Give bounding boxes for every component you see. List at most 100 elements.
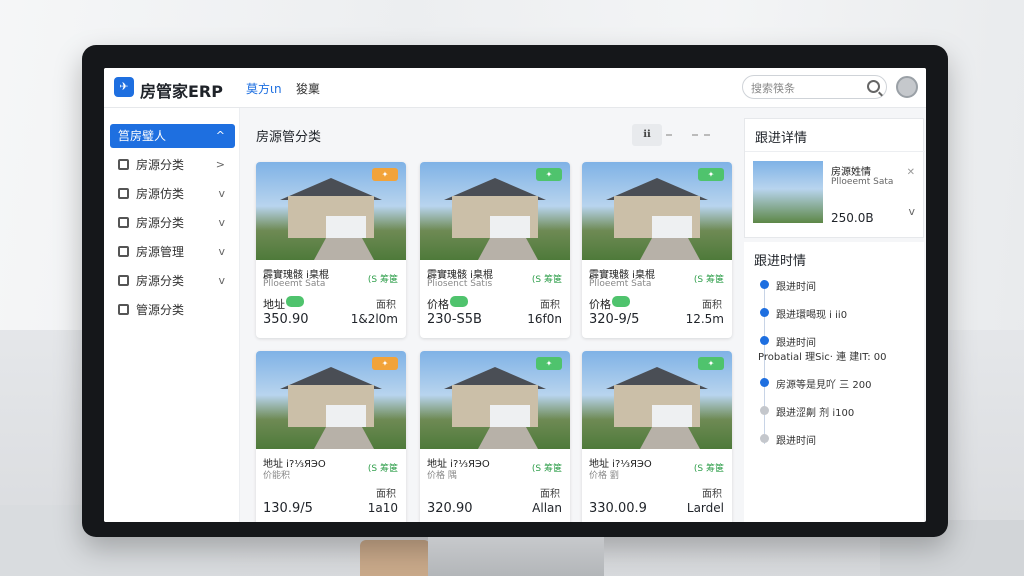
status-badge: (S 筹箧 — [367, 275, 398, 285]
sidebar-item-3[interactable]: 房源分类 v — [110, 211, 235, 235]
sidebar-item-0[interactable]: 筥房璧人 ^ — [110, 124, 235, 148]
house-garage — [652, 405, 692, 427]
card-label-right: 面积 — [702, 489, 722, 500]
property-card[interactable]: ✦ 霹實瑰骸 ⅰ臬棍 Pliosenct Satis (S 筹箧 价格 面积 230-S5B… — [420, 162, 570, 338]
status-tag: ✦ — [536, 168, 562, 181]
property-card[interactable]: ✦ 地址 ⅰ?⅓ЯЭO 价能积 (S 筹箧 面积 130.9/5 1a10 — [256, 351, 406, 522]
chevron-down-icon: v — [218, 245, 225, 258]
search-icon[interactable] — [867, 80, 880, 93]
status-badge: (S 筹箧 — [367, 464, 398, 474]
driveway — [640, 238, 700, 260]
sidebar-item-6[interactable]: 管源分类 — [110, 298, 235, 322]
search-input[interactable]: 搜索筷条 — [742, 75, 887, 99]
status-tag: ✦ — [372, 357, 398, 370]
gear-icon — [118, 304, 129, 315]
card-label-left: 价格 — [427, 298, 449, 311]
background-chair — [360, 540, 430, 576]
status-badge: (S 筹箧 — [531, 275, 562, 285]
sidebar-item-5[interactable]: 房源分类 v — [110, 269, 235, 293]
nav-tab-2[interactable]: 狻稟 — [296, 80, 320, 97]
property-card[interactable]: ✦ 地址 ⅰ?⅓ЯЭO 价格 隅 (S 筹箧 面积 320.90 Allan — [420, 351, 570, 522]
card-subtitle: Plloeemt Sata — [263, 279, 326, 289]
card-area: 1a10 — [367, 501, 398, 515]
house-garage — [326, 405, 366, 427]
category-icon — [118, 159, 129, 170]
card-area: 1&2l0m — [350, 312, 398, 326]
card-price: 320-9/5 — [589, 312, 640, 327]
card-label-left: 价格 — [589, 298, 611, 311]
status-badge: (S 筹箧 — [531, 464, 562, 474]
view-toggle-button[interactable]: ℹℹ — [632, 124, 662, 146]
status-tag: ✦ — [372, 168, 398, 181]
sidebar-item-label: 房源分类 — [136, 216, 185, 230]
detail-price: 250.0B — [831, 211, 874, 225]
page-title: 房源管分类 — [256, 130, 322, 145]
app-screen: ✈ 房管家ERP 莫方ιn 狻稟 搜索筷条 筥房璧人 ^ 房源分类 > 房源仿类… — [104, 68, 926, 522]
sidebar-item-1[interactable]: 房源分类 > — [110, 153, 235, 177]
driveway — [314, 427, 374, 449]
close-icon[interactable]: ✕ — [907, 167, 915, 178]
status-tag: ✦ — [698, 168, 724, 181]
view-option-icon[interactable] — [704, 134, 710, 136]
status-tag: ✦ — [698, 357, 724, 370]
card-subtitle: Plloeemt Sata — [589, 279, 652, 289]
house-garage — [490, 405, 530, 427]
timeline-entry: 跟进时间 — [776, 436, 816, 447]
card-label-left: 地址 — [263, 298, 285, 311]
view-option-icon[interactable] — [692, 134, 698, 136]
card-label-right: 面积 — [376, 489, 396, 500]
card-label-right: 面积 — [540, 300, 560, 311]
timeline-entry: 跟进涩劓 剂 ⅰ100 — [776, 408, 855, 419]
card-area: 12.5m — [685, 312, 724, 326]
status-badge: (S 筹箧 — [693, 275, 724, 285]
card-subtitle: 价格 隅 — [427, 471, 457, 481]
timeline-dot — [760, 406, 769, 415]
monitor-stand — [428, 537, 604, 576]
sidebar-item-4[interactable]: 房源管理 v — [110, 240, 235, 264]
detail-name: 房源姓情 — [831, 167, 871, 178]
chevron-down-icon: v — [218, 274, 225, 287]
property-card[interactable]: ✦ 霹實瑰骸 ⅰ臬棍 Plloeemt Sata (S 筹箧 地址 面积 350.90 1&2… — [256, 162, 406, 338]
chevron-down-icon: v — [218, 187, 225, 200]
timeline-dot — [760, 336, 769, 345]
property-photo: ✦ — [420, 162, 570, 260]
card-price: 130.9/5 — [263, 501, 313, 516]
timeline-entry: Probatial 理Sic· 連 建IT: 00 — [758, 352, 887, 363]
card-subtitle: 价格 劉 — [589, 471, 619, 481]
timeline-entry: 跟进时间 — [776, 338, 816, 349]
card-price: 350.90 — [263, 312, 309, 327]
card-label-right: 面积 — [702, 300, 722, 311]
folder-icon — [118, 246, 129, 257]
driveway — [478, 427, 538, 449]
sidebar-item-2[interactable]: 房源仿类 v — [110, 182, 235, 206]
detail-panel: 跟进详情 房源姓情 Plloeemt Sata 250.0B ✕ v — [744, 118, 925, 238]
chevron-up-icon: ^ — [215, 129, 225, 142]
property-photo: ✦ — [256, 162, 406, 260]
detail-subtitle: Plloeemt Sata — [831, 177, 894, 187]
status-badge: (S 筹箧 — [693, 464, 724, 474]
category-icon — [118, 188, 129, 199]
timeline-dot — [760, 434, 769, 443]
property-card[interactable]: ✦ 霹實瑰骸 ⅰ臬棍 Plloeemt Sata (S 筹箧 价格 面积 320-9/5 12… — [582, 162, 732, 338]
user-avatar[interactable] — [896, 76, 918, 98]
card-area: 16f0n — [527, 312, 562, 326]
status-pill — [286, 296, 304, 307]
status-pill — [612, 296, 630, 307]
nav-tab-1[interactable]: 莫方ιn — [246, 80, 282, 97]
property-photo: ✦ — [256, 351, 406, 449]
search-placeholder: 搜索筷条 — [751, 82, 795, 95]
view-option-icon[interactable] — [666, 134, 672, 136]
category-icon — [118, 275, 129, 286]
document-icon — [118, 217, 129, 228]
timeline-dot — [760, 378, 769, 387]
driveway — [640, 427, 700, 449]
card-label-right: 面积 — [376, 300, 396, 311]
property-card[interactable]: ✦ 地址 ⅰ?⅓ЯЭO 价格 劉 (S 筹箧 面积 330.00.9 Lardel — [582, 351, 732, 522]
timeline-dot — [760, 308, 769, 317]
sidebar-item-label: 筥房璧人 — [118, 129, 167, 143]
timeline-entry: 房源等是見吖 三 200 — [776, 380, 872, 391]
timeline-title: 跟进时情 — [754, 254, 807, 269]
sidebar-item-label: 房源仿类 — [136, 187, 185, 201]
chevron-down-icon[interactable]: v — [908, 205, 915, 218]
timeline-panel: 跟进时情 跟进时间 跟进環喝现 ⅰ ⅰⅰ0 跟进时间 Probatial 理Sic· … — [744, 242, 924, 522]
